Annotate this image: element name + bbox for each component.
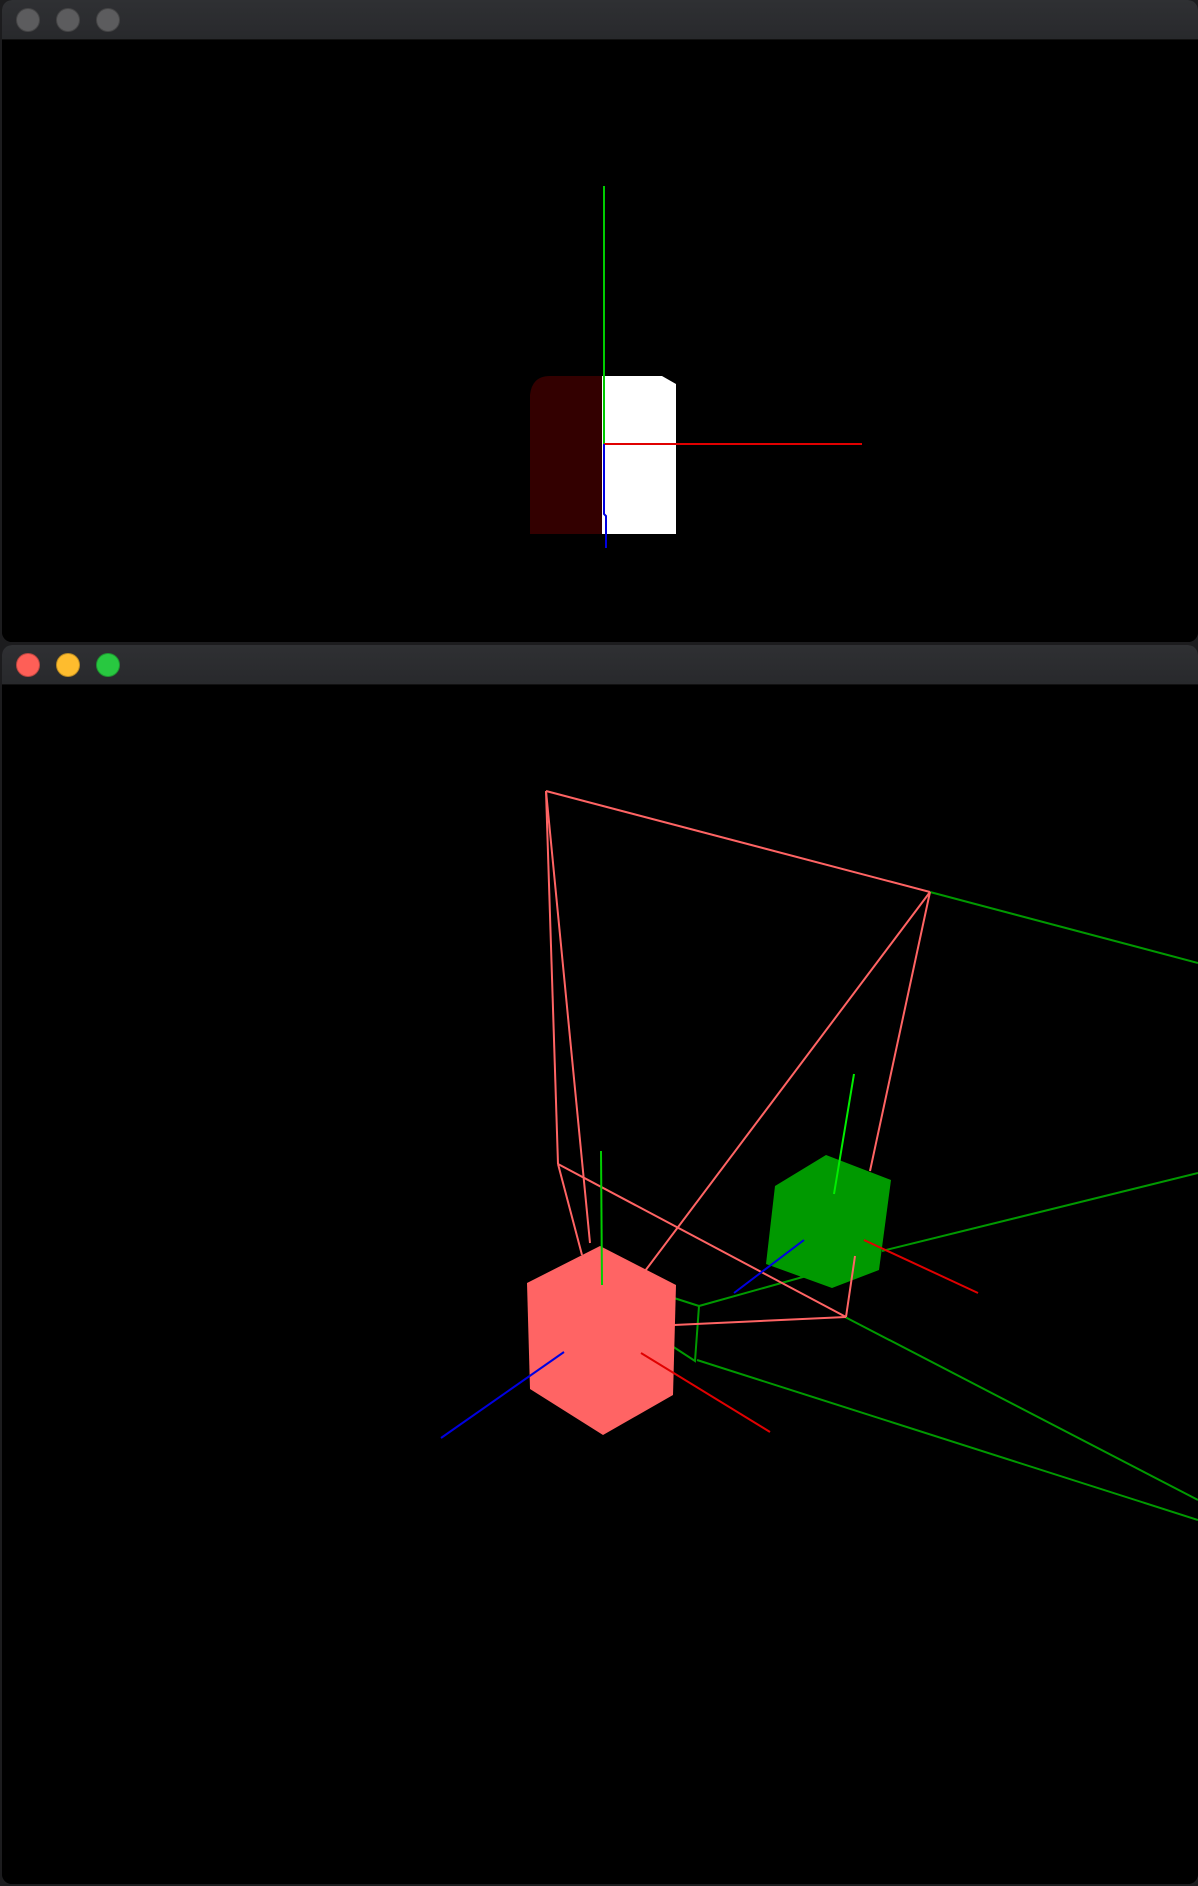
close-window-button[interactable] [16,653,40,677]
scene-canvas[interactable] [2,685,1198,1884]
window-title [142,0,1058,40]
window-titlebar[interactable] [2,645,1198,685]
target-cube [766,1155,891,1288]
scene-canvas[interactable] [2,40,1198,642]
target-x-axis [863,1239,979,1294]
window-title [142,645,1058,685]
cube-shadow-face [530,376,604,534]
camera-view-window [2,0,1198,642]
zoom-window-button[interactable] [96,653,120,677]
target-frustum-wireframe [671,891,1198,1521]
cube-lit-face [602,376,676,534]
scene-overview-window [2,645,1198,1884]
close-window-button[interactable] [16,8,40,32]
zoom-window-button[interactable] [96,8,120,32]
window-titlebar[interactable] [2,0,1198,40]
minimize-window-button[interactable] [56,8,80,32]
minimize-window-button[interactable] [56,653,80,677]
3d-viewport[interactable] [2,685,1198,1884]
camera-y-axis [600,1150,603,1286]
3d-viewport[interactable] [2,40,1198,642]
